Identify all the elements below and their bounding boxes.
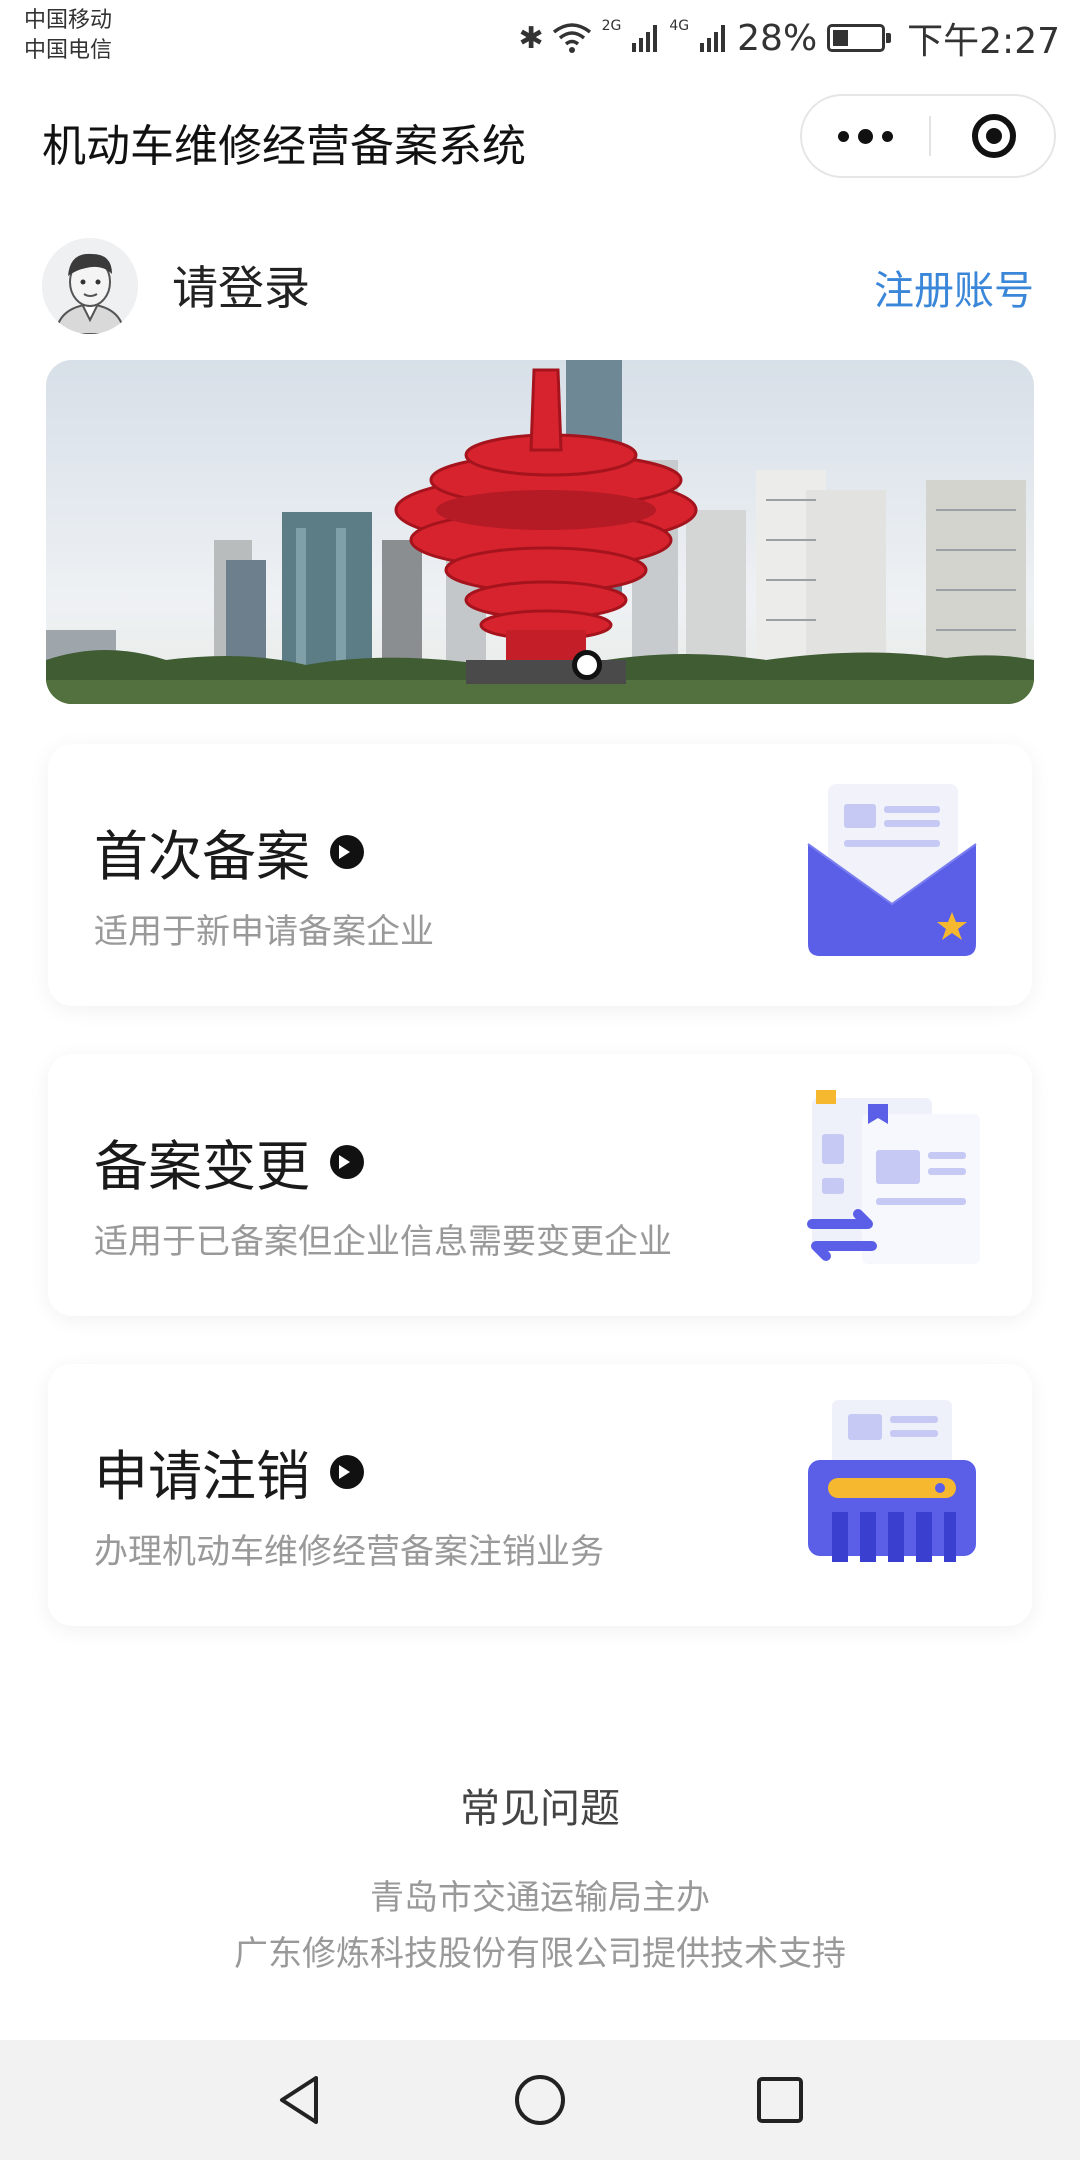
chevron-right-icon: [330, 1454, 364, 1489]
service-card-filing-change[interactable]: 备案变更 适用于已备案但企业信息需要变更企业: [48, 1054, 1032, 1316]
carrier-info: 中国移动 中国电信: [24, 6, 112, 66]
battery-percentage: 28%: [737, 17, 818, 59]
miniprogram-capsule: [800, 94, 1056, 178]
card-title-text: 备案变更: [94, 1135, 310, 1198]
capsule-divider: [929, 116, 931, 156]
more-dots-icon-right: [882, 130, 893, 142]
avatar[interactable]: [42, 238, 138, 334]
carousel-indicator-dot[interactable]: [572, 650, 602, 680]
card-description: 办理机动车维修经营备案注销业务: [94, 1532, 604, 1572]
carrier-2: 中国电信: [24, 38, 113, 63]
login-prompt[interactable]: 请登录: [172, 252, 310, 318]
more-dots-icon: [838, 130, 849, 142]
service-card-cancellation[interactable]: 申请注销 办理机动车维修经营备案注销业务: [48, 1364, 1032, 1626]
sponsor-text: 青岛市交通运输局主办: [370, 1878, 710, 1918]
register-account-link[interactable]: 注册账号: [874, 258, 1034, 316]
card-title: 备案变更: [94, 1122, 364, 1201]
card-title: 申请注销: [94, 1432, 364, 1511]
tech-support-text: 广东修炼科技股份有限公司提供技术支持: [234, 1934, 846, 1974]
status-bar: 中国移动 中国电信 ✱ 2G 4G 28% 下午2:27: [0, 0, 1080, 80]
chevron-right-icon: [330, 1144, 364, 1179]
card-title: 首次备案: [94, 812, 364, 891]
system-nav-bar: [0, 2040, 1080, 2160]
service-card-first-filing[interactable]: 首次备案 适用于新申请备案企业: [48, 744, 1032, 1006]
signal-icon-1: [632, 25, 658, 52]
bluetooth-icon: ✱: [518, 20, 543, 56]
wifi-icon: [552, 23, 591, 53]
document-swap-icon: [807, 1090, 980, 1264]
envelope-document-icon: [807, 784, 977, 956]
login-row: 请登录 注册账号: [0, 228, 1080, 338]
card-title-text: 首次备案: [94, 825, 310, 888]
card-title-text: 申请注销: [94, 1445, 310, 1508]
card-description: 适用于已备案但企业信息需要变更企业: [94, 1222, 672, 1262]
carrier-1: 中国移动: [24, 8, 113, 33]
signal-icon-2: [700, 25, 726, 52]
page-title: 机动车维修经营备案系统: [42, 121, 526, 172]
user-avatar-icon: [42, 238, 138, 334]
chevron-right-icon: [330, 834, 364, 869]
title-bar: 机动车维修经营备案系统: [0, 80, 1080, 200]
more-dots-icon-center: [858, 128, 873, 144]
status-indicators: ✱ 2G 4G 28% 下午2:27: [518, 10, 1060, 66]
more-menu-button[interactable]: [802, 96, 929, 176]
network-type-2: 4G: [669, 18, 690, 34]
card-description: 适用于新申请备案企业: [94, 912, 434, 952]
banner-carousel[interactable]: [46, 360, 1034, 704]
home-icon[interactable]: [510, 2070, 570, 2130]
network-type-1: 2G: [601, 18, 622, 34]
clock: 下午2:27: [907, 21, 1060, 62]
shredder-icon: [808, 1400, 976, 1562]
faq-link[interactable]: 常见问题: [0, 1776, 1080, 1834]
battery-icon: [827, 24, 892, 52]
city-sculpture-banner-image: [46, 360, 1034, 704]
back-icon[interactable]: [270, 2070, 330, 2130]
recent-apps-icon[interactable]: [750, 2070, 810, 2130]
close-miniprogram-button[interactable]: [972, 114, 1016, 158]
